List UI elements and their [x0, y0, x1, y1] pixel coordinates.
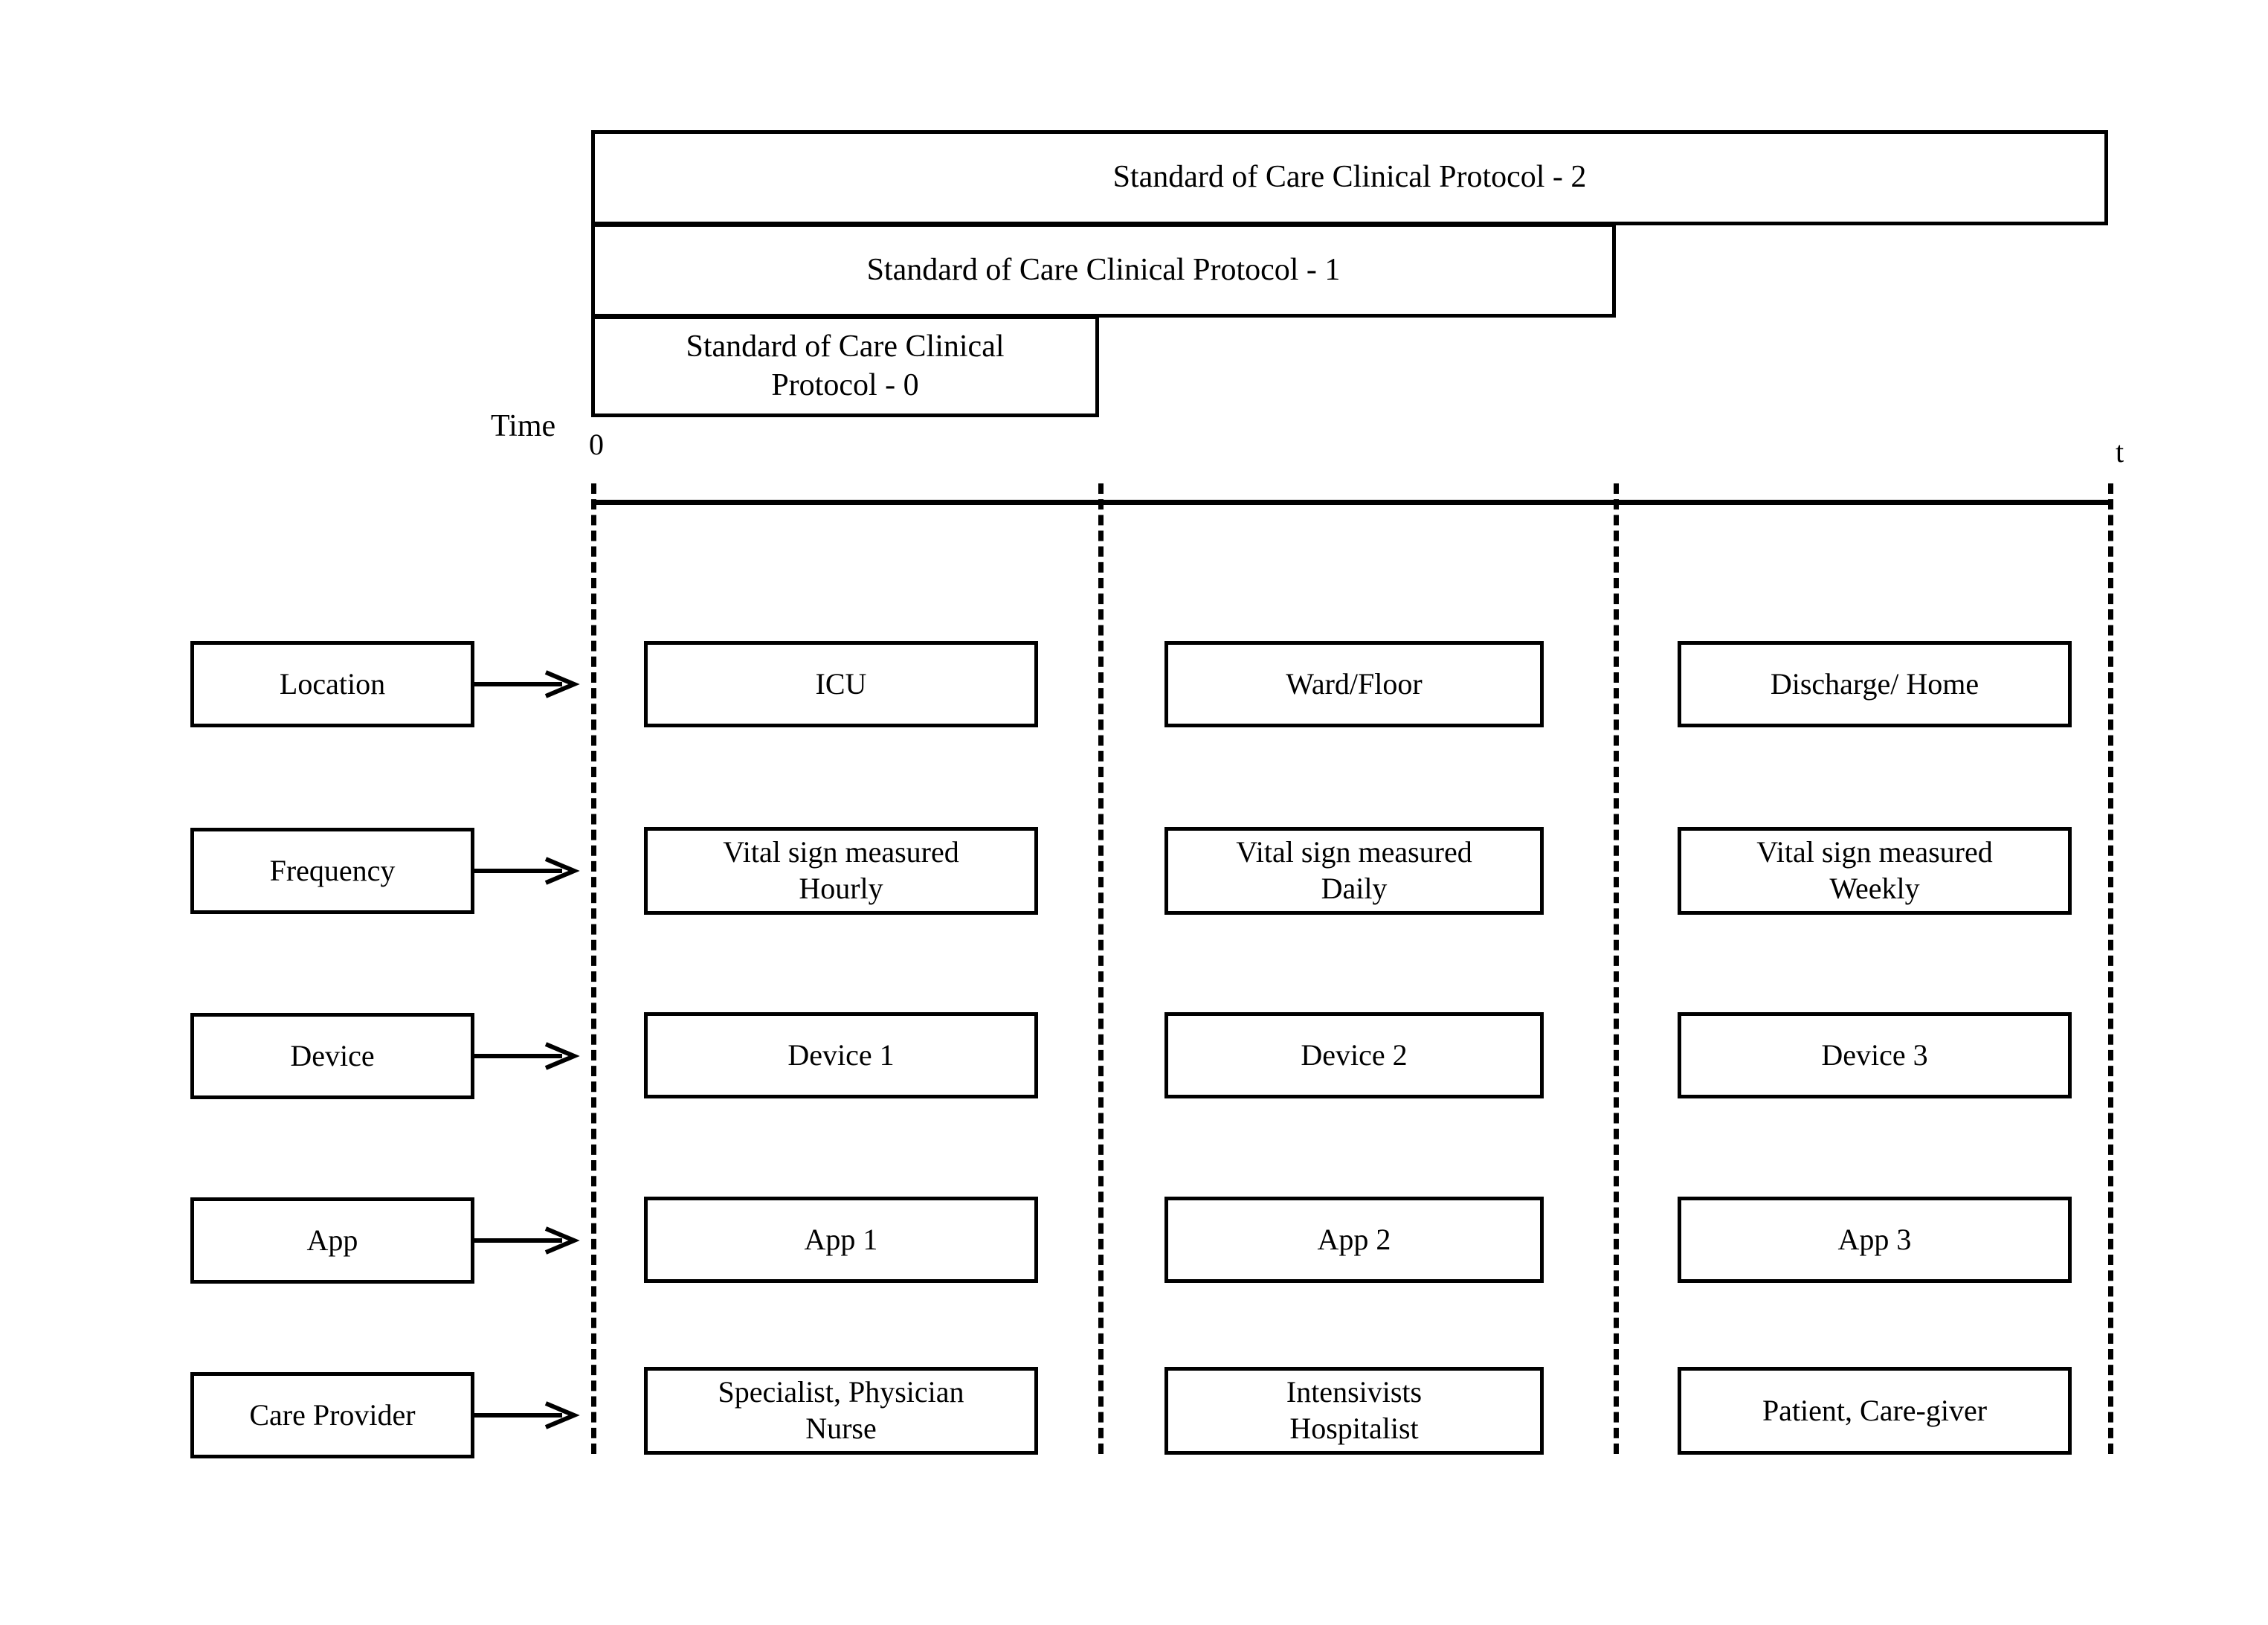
arrow-icon-frequency: [474, 856, 580, 886]
cell-device-phase-3: Device 3: [1678, 1012, 2072, 1098]
phase-divider-2: [1614, 483, 1619, 1454]
cell-location-phase-1: ICU: [644, 641, 1038, 727]
protocol-box-1: Standard of Care Clinical Protocol - 1: [591, 223, 1616, 318]
phase-divider-1: [1098, 483, 1104, 1454]
cell-location-phase-3: Discharge/ Home: [1678, 641, 2072, 727]
cell-care-provider-phase-2: Intensivists Hospitalist: [1164, 1367, 1544, 1455]
cell-device-phase-1: Device 1: [644, 1012, 1038, 1098]
cell-care-provider-phase-1: Specialist, Physician Nurse: [644, 1367, 1038, 1455]
row-label-device: Device: [190, 1013, 474, 1099]
cell-location-phase-2: Ward/Floor: [1164, 641, 1544, 727]
cell-app-phase-2: App 2: [1164, 1197, 1544, 1283]
cell-frequency-phase-1: Vital sign measured Hourly: [644, 827, 1038, 915]
arrow-icon-app: [474, 1226, 580, 1255]
row-label-location: Location: [190, 641, 474, 727]
row-label-frequency: Frequency: [190, 828, 474, 914]
cell-app-phase-3: App 3: [1678, 1197, 2072, 1283]
time-axis-line: [591, 500, 2110, 505]
time-axis-label: Time: [491, 409, 556, 443]
arrow-icon-care-provider: [474, 1400, 580, 1430]
cell-frequency-phase-3: Vital sign measured Weekly: [1678, 827, 2072, 915]
time-axis-end-tick-label: t: [2116, 435, 2124, 469]
cell-care-provider-phase-3: Patient, Care-giver: [1678, 1367, 2072, 1455]
cell-app-phase-1: App 1: [644, 1197, 1038, 1283]
protocol-box-2: Standard of Care Clinical Protocol - 2: [591, 130, 2108, 225]
arrow-icon-device: [474, 1041, 580, 1071]
phase-divider-start: [591, 483, 596, 1454]
clinical-protocol-timeline-diagram: Standard of Care Clinical Protocol - 2 S…: [0, 0, 2268, 1625]
time-axis-start-tick-label: 0: [589, 428, 604, 461]
protocol-box-0: Standard of Care Clinical Protocol - 0: [591, 315, 1099, 417]
cell-frequency-phase-2: Vital sign measured Daily: [1164, 827, 1544, 915]
row-label-care-provider: Care Provider: [190, 1372, 474, 1458]
cell-device-phase-2: Device 2: [1164, 1012, 1544, 1098]
phase-divider-end: [2108, 483, 2113, 1454]
arrow-icon-location: [474, 669, 580, 699]
row-label-app: App: [190, 1197, 474, 1284]
